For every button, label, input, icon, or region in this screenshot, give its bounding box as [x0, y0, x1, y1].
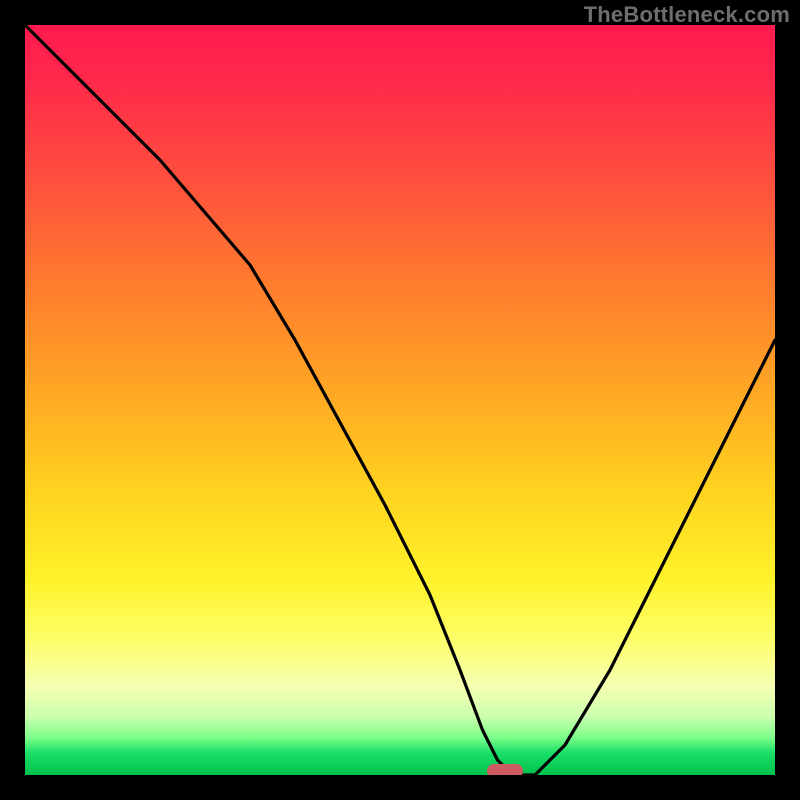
chart-canvas: TheBottleneck.com: [0, 0, 800, 800]
bottleneck-curve: [25, 25, 775, 775]
optimal-marker: [487, 764, 523, 775]
plot-area: [25, 25, 775, 775]
watermark-text: TheBottleneck.com: [584, 2, 790, 28]
